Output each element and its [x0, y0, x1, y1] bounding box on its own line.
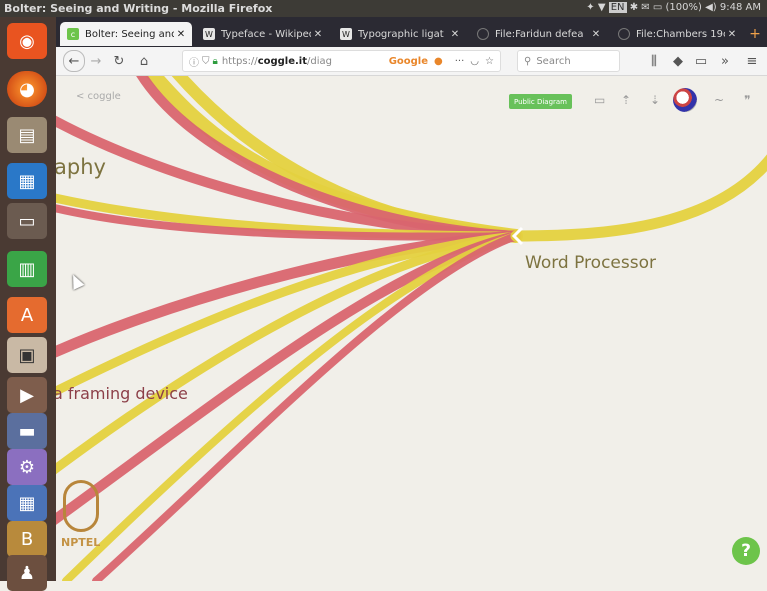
window-title: Bolter: Seeing and Writing - Mozilla Fir…	[4, 2, 273, 15]
keyboard-indicator[interactable]: EN	[608, 2, 627, 13]
collaborator-avatar[interactable]	[673, 88, 697, 112]
url-domain: coggle.it	[257, 55, 308, 67]
software-center-icon[interactable]: A	[7, 297, 47, 333]
comment-icon[interactable]: ▭	[594, 93, 605, 107]
forward-button[interactable]: →	[88, 52, 104, 70]
mail-icon[interactable]: ✉	[641, 2, 649, 13]
game-icon[interactable]: ♟	[7, 555, 47, 591]
url-prefix: https://	[221, 55, 258, 67]
back-to-coggle-link[interactable]: < coggle	[76, 91, 121, 102]
calc-icon[interactable]: ▥	[7, 251, 47, 287]
tab-ligature[interactable]: W Typographic ligat ✕	[333, 22, 466, 46]
dash-icon[interactable]: ◉	[7, 23, 47, 59]
files-icon[interactable]: ▤	[7, 117, 47, 153]
url-bar[interactable]: ⓘ ⛉ 🔒︎ https://coggle.it/diag Google ● ·…	[182, 50, 501, 72]
wikipedia-favicon-icon: W	[340, 28, 352, 40]
network-icon[interactable]: ▼	[598, 2, 606, 13]
help-button[interactable]: ?	[732, 537, 760, 565]
battery-icon[interactable]: ▭	[653, 2, 662, 13]
impress-icon[interactable]: ▭	[7, 203, 47, 239]
loading-favicon-icon	[477, 28, 489, 40]
tab-label: Typographic ligat	[358, 28, 444, 40]
firefox-icon[interactable]: ◕	[7, 71, 47, 107]
coggle-canvas[interactable]: < coggle Public Diagram ▭ ⇡ ⇣ ~ ❞ aphy W…	[56, 76, 767, 581]
search-input[interactable]: ⚲ Search	[517, 50, 620, 72]
media-player-icon[interactable]: ▶	[7, 377, 47, 413]
tab-strip: c Bolter: Seeing and ✕ W Typeface - Wiki…	[56, 17, 767, 47]
tab-label: Typeface - Wikiped	[221, 28, 311, 40]
settings-icon[interactable]: ⚙	[7, 449, 47, 485]
page-actions-button[interactable]: ···	[455, 56, 465, 67]
close-tab-icon[interactable]: ✕	[448, 29, 462, 40]
google-extension-icon[interactable]: ●	[434, 56, 443, 67]
quote-icon[interactable]: ❞	[744, 93, 750, 107]
home-button[interactable]: ⌂	[136, 52, 152, 70]
hamburger-menu-icon[interactable]: ≡	[744, 52, 760, 70]
branch-yellow-right[interactable]	[510, 136, 767, 242]
nptel-logo-icon	[63, 480, 99, 532]
books-icon[interactable]: B	[7, 521, 47, 557]
download-icon[interactable]: ⇣	[650, 93, 660, 107]
google-extension-label[interactable]: Google	[389, 56, 428, 67]
dropbox-icon[interactable]: ✦	[586, 2, 594, 13]
node-typography[interactable]: aphy	[56, 155, 106, 179]
nptel-label: NPTEL	[61, 536, 101, 549]
loading-favicon-icon	[618, 28, 630, 40]
bookmark-star-icon[interactable]: ☆	[485, 56, 494, 67]
overflow-menu-icon[interactable]: »	[717, 52, 733, 70]
workspace-icon[interactable]: ▦	[7, 485, 47, 521]
tab-bolter[interactable]: c Bolter: Seeing and ✕	[60, 22, 192, 46]
shield-icon[interactable]: ⛉	[202, 56, 210, 67]
tab-label: File:Faridun defea	[495, 28, 584, 40]
info-icon[interactable]: ⓘ	[189, 54, 199, 69]
upload-icon[interactable]: ⇡	[621, 93, 631, 107]
close-tab-icon[interactable]: ✕	[589, 29, 603, 40]
close-tab-icon[interactable]: ✕	[174, 29, 188, 40]
document-viewer-icon[interactable]: ▣	[7, 337, 47, 373]
writer-icon[interactable]: ▦	[7, 163, 47, 199]
history-icon[interactable]: ~	[714, 93, 724, 107]
close-tab-icon[interactable]: ✕	[311, 29, 325, 40]
close-tab-icon[interactable]: ✕	[725, 29, 739, 40]
volume-icon[interactable]: ◀)	[705, 2, 717, 13]
library-icon[interactable]: ⫼	[646, 52, 662, 70]
coggle-favicon-icon: c	[67, 28, 79, 40]
node-word-processor[interactable]: Word Processor	[525, 253, 656, 273]
wikipedia-favicon-icon: W	[203, 28, 215, 40]
clock[interactable]: 9:48 AM	[720, 2, 761, 13]
tab-label: File:Chambers 19c	[636, 28, 725, 40]
node-framing-device[interactable]: a framing device	[56, 384, 188, 403]
bluetooth-icon[interactable]: ✱	[630, 2, 638, 13]
tab-typeface[interactable]: W Typeface - Wikiped ✕	[196, 22, 329, 46]
back-button[interactable]: ←	[63, 50, 85, 72]
reload-button[interactable]: ↻	[111, 52, 127, 70]
battery-percent: (100%)	[665, 2, 702, 13]
system-tray[interactable]: ✦ ▼ EN ✱ ✉ ▭ (100%) ◀) 9:48 AM	[586, 2, 761, 13]
pocket-icon[interactable]: ◡	[470, 56, 479, 67]
public-diagram-badge[interactable]: Public Diagram	[509, 94, 572, 109]
nav-toolbar: ← → ↻ ⌂ ⓘ ⛉ 🔒︎ https://coggle.it/diag Go…	[56, 47, 767, 76]
pocket-toolbar-icon[interactable]: ◆	[670, 52, 686, 70]
url-path: /diag	[307, 55, 333, 67]
search-icon: ⚲	[524, 55, 532, 67]
tab-faridun[interactable]: File:Faridun defea ✕	[470, 22, 607, 46]
lock-icon[interactable]: 🔒︎	[213, 56, 218, 67]
launcher: ◉ ◕ ▤ ▦ ▭ ▥ A ▣ ▶ ▬ ⚙ ▦ B ♟	[0, 17, 56, 591]
mindmap-branches	[56, 76, 767, 581]
search-placeholder: Search	[536, 55, 571, 67]
new-tab-button[interactable]: +	[745, 22, 765, 46]
system-top-bar: Bolter: Seeing and Writing - Mozilla Fir…	[0, 0, 767, 17]
tab-label: Bolter: Seeing and	[85, 28, 174, 40]
nptel-watermark: NPTEL	[61, 478, 107, 558]
tab-chambers[interactable]: File:Chambers 19c ✕	[611, 22, 743, 46]
sidebar-icon[interactable]: ▭	[693, 52, 709, 70]
terminal-icon[interactable]: ▬	[7, 413, 47, 449]
